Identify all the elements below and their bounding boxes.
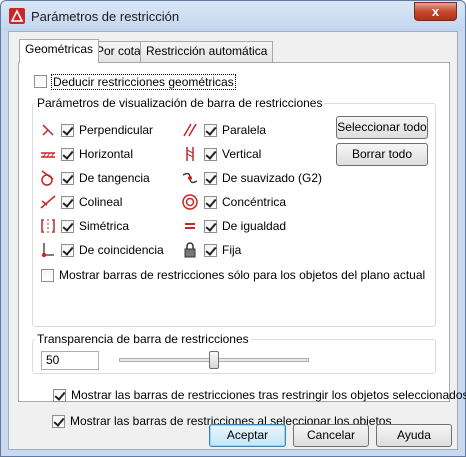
tab-label: Geométricas [25, 42, 94, 56]
smooth-checkbox[interactable] [204, 172, 217, 185]
perpendicular-label: Perpendicular [79, 123, 154, 137]
symmetric-checkbox[interactable] [61, 220, 74, 233]
show-after-apply-checkbox[interactable] [53, 389, 66, 402]
help-button[interactable]: Ayuda [376, 424, 452, 447]
window-title: Parámetros de restricción [31, 9, 180, 24]
equal-label: De igualdad [222, 219, 287, 233]
equal-checkbox[interactable] [204, 220, 217, 233]
tab-restriccion-automatica[interactable]: Restricción automática [140, 41, 274, 62]
horizontal-icon [39, 145, 57, 163]
smooth-label: De suavizado (G2) [222, 171, 323, 185]
transparency-slider-thumb[interactable] [209, 351, 219, 369]
title-bar[interactable]: Parámetros de restricción x [1, 1, 465, 31]
ok-button[interactable]: Aceptar [209, 424, 286, 447]
symmetric-icon [39, 217, 57, 235]
app-icon [9, 8, 25, 24]
collinear-label: Colineal [79, 195, 123, 209]
plan-only-checkbox[interactable] [41, 269, 54, 282]
lock-icon [181, 241, 199, 259]
tab-label: Por cota [96, 44, 141, 58]
equal-icon [181, 217, 199, 235]
coincident-icon [39, 241, 57, 259]
tangent-icon [39, 169, 57, 187]
symmetric-label: Simétrica [79, 219, 130, 233]
parallel-icon [181, 121, 199, 139]
vertical-label: Vertical [222, 147, 262, 161]
infer-label: Deducir restricciones geométricas [51, 74, 236, 90]
horizontal-label: Horizontal [79, 147, 134, 161]
tangent-label: De tangencia [79, 171, 150, 185]
fixed-label: Fija [222, 243, 242, 257]
transparency-input[interactable]: 50 [41, 351, 99, 370]
vertical-checkbox[interactable] [204, 148, 217, 161]
show-after-apply-label: Mostrar las barras de restricciones tras… [71, 388, 466, 402]
transparency-group-title: Transparencia de barra de restricciones [35, 332, 251, 346]
parallel-checkbox[interactable] [204, 124, 217, 137]
collinear-icon [39, 193, 57, 211]
coincident-label: De coincidencia [79, 243, 164, 257]
dialog-client: Geométricas Por cota Restricción automát… [8, 31, 466, 450]
horizontal-checkbox[interactable] [61, 148, 74, 161]
tab-label: Restricción automática [146, 44, 268, 58]
collinear-checkbox[interactable] [61, 196, 74, 209]
tab-panel-geometricas: Deducir restricciones geométricas Paráme… [18, 62, 466, 402]
coincident-checkbox[interactable] [61, 244, 74, 257]
parallel-label: Paralela [222, 123, 267, 137]
vertical-icon [181, 145, 199, 163]
tab-geometricas[interactable]: Geométricas [19, 39, 100, 63]
select-all-button[interactable]: Seleccionar todo [336, 116, 428, 139]
tangent-checkbox[interactable] [61, 172, 74, 185]
clear-all-button[interactable]: Borrar todo [336, 143, 428, 166]
perpendicular-checkbox[interactable] [61, 124, 74, 137]
concentric-icon [181, 193, 199, 211]
close-button[interactable]: x [414, 2, 457, 21]
concentric-label: Concéntrica [222, 195, 287, 209]
perpendicular-icon [39, 121, 57, 139]
concentric-checkbox[interactable] [204, 196, 217, 209]
fixed-checkbox[interactable] [204, 244, 217, 257]
display-group-title: Parámetros de visualización de barra de … [35, 96, 325, 110]
show-on-select-checkbox[interactable] [52, 415, 65, 428]
plan-only-label: Mostrar barras de restricciones sólo par… [59, 268, 426, 282]
dialog-window: Parámetros de restricción x Geométricas … [0, 0, 466, 457]
cancel-button[interactable]: Cancelar [293, 424, 369, 447]
infer-checkbox[interactable] [34, 75, 47, 88]
smooth-icon [181, 169, 199, 187]
